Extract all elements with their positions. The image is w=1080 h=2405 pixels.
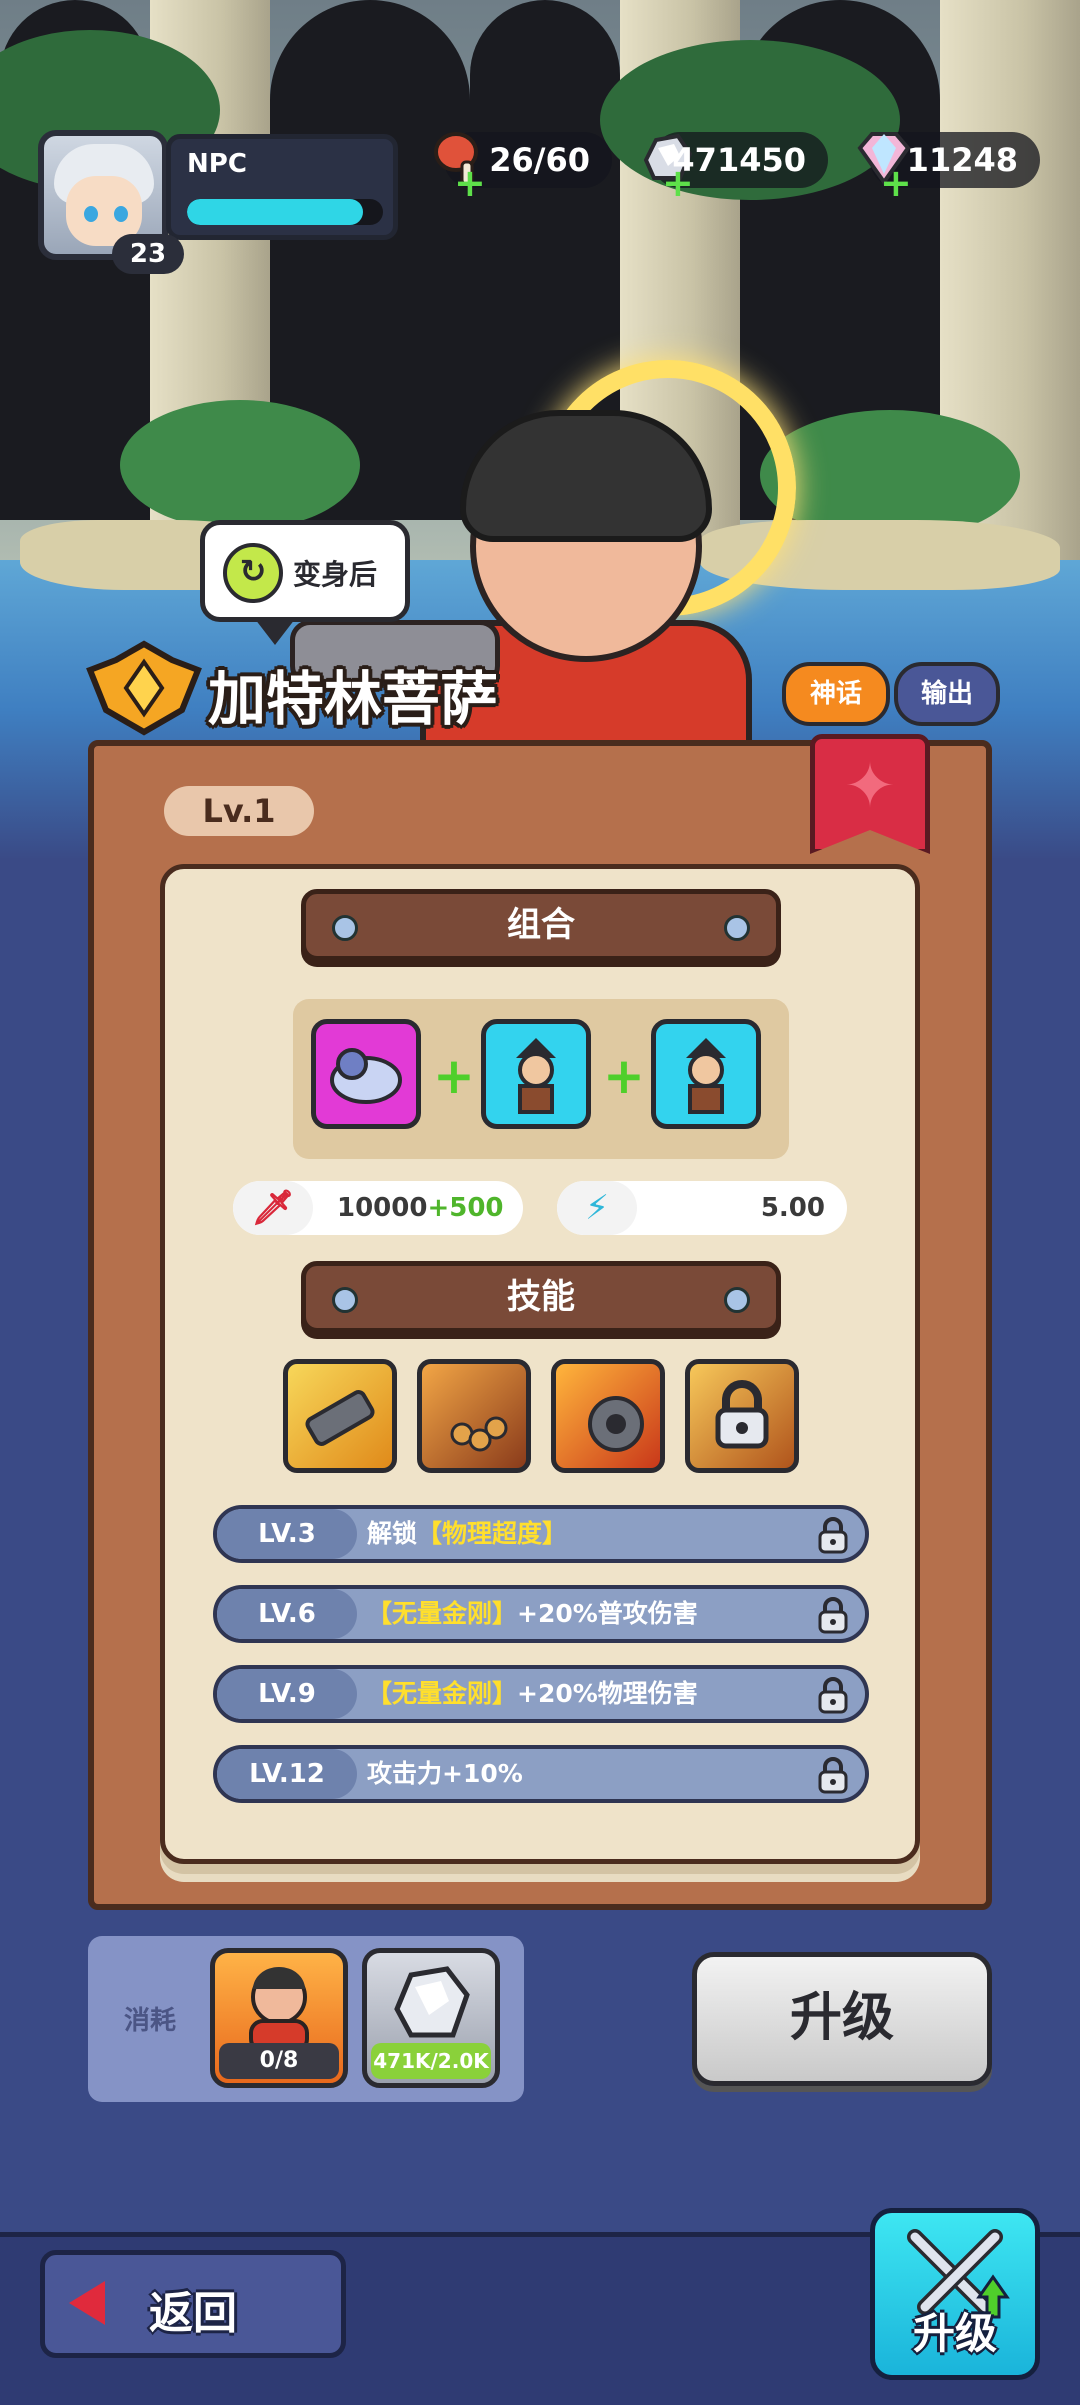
player-level-badge: 23 xyxy=(112,234,184,274)
hero-shard-icon[interactable]: 0/8 xyxy=(210,1948,348,2088)
silver-value: 471450 xyxy=(672,141,806,179)
bandit-icon[interactable] xyxy=(651,1019,761,1129)
unlock-row: LV.12 攻击力+10% xyxy=(213,1745,869,1803)
unlock-description: 【无量金刚】+20%物理伤害 xyxy=(367,1679,698,1708)
silver-cost-count: 471K/2.0K xyxy=(371,2043,491,2079)
bookmark-icon[interactable] xyxy=(810,734,930,854)
shard-count: 0/8 xyxy=(219,2043,339,2079)
prayer-beads-icon[interactable] xyxy=(417,1359,531,1473)
silver-counter[interactable]: + 471450 xyxy=(643,132,828,202)
nav-upgrade-button[interactable]: 升级 xyxy=(870,2208,1040,2380)
cost-label: 消耗 xyxy=(124,2006,177,2036)
player-info-panel: NPC xyxy=(166,134,398,240)
hero-detail-card: Lv.1 组合 + + 🗡 10000+500 ⚡ xyxy=(88,734,992,1910)
hero-level-label: Lv.1 xyxy=(164,786,314,836)
tag-mythic[interactable]: 神话 xyxy=(782,662,890,726)
unlock-row: LV.6 【无量金刚】+20%普攻伤害 xyxy=(213,1585,869,1643)
add-stamina-icon[interactable]: + xyxy=(454,164,486,202)
golden-skill-icon[interactable] xyxy=(685,1359,799,1473)
back-label: 返回 xyxy=(149,2288,237,2339)
sword-icon: 🗡 xyxy=(233,1181,313,1235)
attack-value: 10000+500 xyxy=(337,1193,504,1223)
bandit-icon[interactable] xyxy=(481,1019,591,1129)
skills-banner: 技能 xyxy=(301,1261,781,1333)
wolf-knight-icon[interactable] xyxy=(311,1019,421,1129)
back-arrow-icon xyxy=(69,2281,105,2325)
rank-emblem-icon xyxy=(86,640,202,736)
bush xyxy=(120,400,360,530)
silver-ore-icon[interactable]: 471K/2.0K xyxy=(362,1948,500,2088)
gatling-icon[interactable] xyxy=(283,1359,397,1473)
lightning-boot-icon: ⚡ xyxy=(557,1181,637,1235)
transform-bubble[interactable]: ↻ 变身后 xyxy=(200,520,410,645)
unlock-level: LV.9 xyxy=(217,1669,357,1719)
back-button[interactable]: 返回 xyxy=(40,2250,346,2358)
cost-panel: 消耗 0/8 471K/2.0K xyxy=(88,1936,524,2102)
unlock-description: 解锁【物理超度】 xyxy=(367,1519,568,1548)
transform-label: 变身后 xyxy=(293,558,378,591)
gem-counter[interactable]: + 11248 xyxy=(857,132,1040,202)
upgrade-button[interactable]: 升级 xyxy=(692,1952,992,2086)
attack-speed-stat: ⚡ 5.00 xyxy=(557,1181,847,1235)
unlock-level: LV.12 xyxy=(217,1749,357,1799)
unlock-level: LV.3 xyxy=(217,1509,357,1559)
attack-stat: 🗡 10000+500 xyxy=(233,1181,523,1235)
lock-icon xyxy=(818,1757,848,1794)
player-profile[interactable]: NPC 23 xyxy=(38,130,398,274)
detail-page: 组合 + + 🗡 10000+500 ⚡ 5.00 技能 LV.3 解锁【物理超… xyxy=(160,864,920,1864)
combo-banner: 组合 xyxy=(301,889,781,961)
lock-icon xyxy=(818,1517,848,1554)
exp-fill xyxy=(187,199,364,225)
lock-icon xyxy=(818,1677,848,1714)
unlock-row: LV.9 【无量金刚】+20%物理伤害 xyxy=(213,1665,869,1723)
combo-recipe: + + xyxy=(293,999,789,1159)
combo-title: 组合 xyxy=(507,905,575,945)
attack-speed-value: 5.00 xyxy=(760,1193,825,1223)
stamina-counter[interactable]: + 26/60 xyxy=(434,132,612,202)
unlock-description: 攻击力+10% xyxy=(367,1759,523,1788)
unlock-level: LV.6 xyxy=(217,1589,357,1639)
gem-value: 11248 xyxy=(906,141,1018,179)
plus-icon: + xyxy=(433,1047,475,1105)
fire-barrel-icon[interactable] xyxy=(551,1359,665,1473)
skills-title: 技能 xyxy=(507,1277,575,1317)
unlock-description: 【无量金刚】+20%普攻伤害 xyxy=(367,1599,698,1628)
hero-name: 加特林菩萨 xyxy=(208,665,499,733)
player-name: NPC xyxy=(187,149,247,179)
nav-upgrade-label: 升级 xyxy=(912,2309,997,2358)
plus-icon: + xyxy=(603,1047,645,1105)
exp-bar xyxy=(187,199,383,225)
unlock-row: LV.3 解锁【物理超度】 xyxy=(213,1505,869,1563)
stamina-value: 26/60 xyxy=(489,141,590,179)
lock-icon xyxy=(818,1597,848,1634)
swap-icon: ↻ xyxy=(223,543,283,603)
tag-output[interactable]: 输出 xyxy=(894,662,1000,726)
lock-icon xyxy=(715,1380,769,1449)
